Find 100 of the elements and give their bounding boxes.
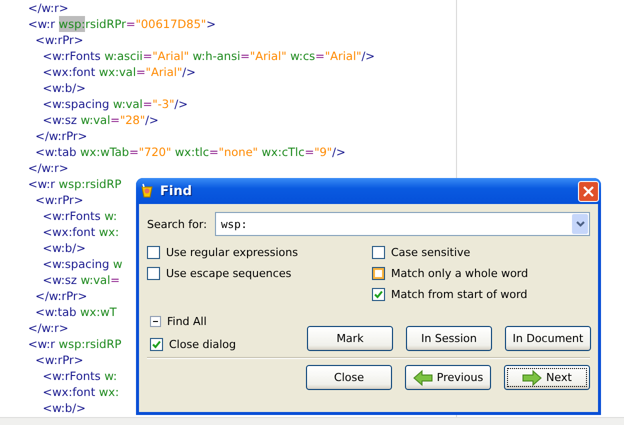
code-token: wx:tlc — [174, 144, 210, 160]
code-token: <w:r — [28, 16, 56, 32]
code-token: <w:rPr> — [34, 352, 84, 368]
code-token: w:val — [113, 96, 143, 112]
code-token: w:ascii — [104, 48, 143, 64]
code-token: = — [142, 48, 152, 64]
find-all-button[interactable]: In Session — [406, 326, 492, 351]
option-label: Use escape sequences — [166, 267, 292, 280]
right-arrow-icon — [522, 370, 542, 386]
code-token: </w:rPr> — [34, 288, 88, 304]
code-token: "9" — [314, 144, 332, 160]
code-token: /> — [145, 112, 159, 128]
dropdown-icon[interactable] — [572, 214, 588, 234]
code-token: <w:sz — [42, 112, 78, 128]
code-token: <w:b/> — [42, 80, 86, 96]
code-token: = — [136, 64, 146, 80]
code-token: = — [126, 16, 136, 32]
code-token: /> — [174, 96, 188, 112]
code-token: /> — [182, 64, 196, 80]
dialog-button[interactable]: Next — [504, 365, 590, 390]
code-token: = — [209, 144, 219, 160]
close-icon[interactable] — [578, 180, 599, 202]
code-token: "720" — [138, 144, 172, 160]
code-token: <wx:font — [42, 384, 96, 400]
code-token: </w:r> — [28, 0, 69, 16]
collapse-icon[interactable] — [150, 316, 161, 327]
code-token: <w:b/> — [42, 240, 86, 256]
search-field[interactable]: wsp: — [214, 212, 590, 236]
code-token: w:h-ansi — [192, 48, 240, 64]
code-token: <w:rFonts — [42, 368, 102, 384]
code-token: w:val — [80, 112, 110, 128]
option-label: Match only a whole word — [391, 267, 528, 280]
code-token: <w:rFonts — [42, 208, 102, 224]
option-label: Close dialog — [169, 338, 236, 351]
code-token: <w:spacing — [42, 96, 110, 112]
code-token: w — [113, 256, 122, 272]
code-token: = — [129, 144, 139, 160]
code-token: "28" — [120, 112, 146, 128]
checkbox[interactable] — [372, 246, 385, 259]
code-token: <w:r — [28, 176, 56, 192]
code-token: wsp:rsidRP — [58, 336, 122, 352]
code-token: w:val — [80, 272, 110, 288]
code-token: = — [110, 272, 120, 288]
option-label: Match from start of word — [391, 288, 528, 301]
checkbox[interactable] — [147, 267, 160, 280]
dialog-title: Find — [160, 184, 193, 198]
code-token: = — [304, 144, 314, 160]
checkbox[interactable] — [372, 267, 385, 280]
code-token: "Arial" — [250, 48, 288, 64]
code-token: <wx:font — [42, 224, 96, 240]
find-all-button[interactable]: Mark — [307, 326, 393, 351]
dialog-button[interactable]: Previous — [405, 365, 491, 390]
code-token: w:cs — [290, 48, 316, 64]
code-token: "00617D85" — [136, 16, 206, 32]
code-token: <w:tab — [34, 304, 78, 320]
code-token: "Arial" — [152, 48, 190, 64]
code-token: </w:rPr> — [34, 128, 88, 144]
code-token: <w:b/> — [42, 400, 86, 416]
code-token: /> — [332, 144, 346, 160]
code-token: <w:tab — [34, 144, 78, 160]
code-token: rsidRPr — [85, 16, 126, 32]
code-token: "Arial" — [324, 48, 362, 64]
code-token: <w:sz — [42, 272, 78, 288]
checkbox[interactable] — [150, 338, 163, 351]
code-token: = — [315, 48, 325, 64]
code-token: wx: — [98, 384, 119, 400]
code-token: = — [142, 96, 152, 112]
code-token: wx: — [98, 224, 119, 240]
dialog-button[interactable]: Close — [306, 365, 392, 390]
checkbox[interactable] — [147, 246, 160, 259]
code-token: <wx:font — [42, 64, 96, 80]
code-token: w: — [104, 368, 117, 384]
section-label: Find All — [167, 315, 207, 328]
cup-icon — [139, 183, 155, 199]
code-token: <w:r — [28, 336, 56, 352]
code-token: <w:rFonts — [42, 48, 102, 64]
code-token: = — [240, 48, 250, 64]
code-token: </w:r> — [28, 320, 69, 336]
code-token: = — [110, 112, 120, 128]
code-token: <w:rPr> — [34, 32, 84, 48]
checkbox[interactable] — [372, 288, 385, 301]
code-token: wx:wT — [80, 304, 117, 320]
code-token: wx:cTlc — [262, 144, 305, 160]
code-token: wx:wTab — [80, 144, 130, 160]
code-token: "-3" — [152, 96, 174, 112]
left-arrow-icon — [412, 370, 433, 386]
code-token: "Arial" — [146, 64, 182, 80]
option-label: Use regular expressions — [166, 246, 298, 259]
code-token: </w:r> — [28, 160, 69, 176]
code-token: <w:spacing — [42, 256, 110, 272]
code-token: wsp:rsidRP — [58, 176, 122, 192]
option-label: Case sensitive — [391, 246, 470, 259]
code-token: /> — [361, 48, 375, 64]
search-match: wsp: — [58, 16, 86, 32]
find-all-button[interactable]: In Document — [505, 326, 591, 351]
code-token: <w:rPr> — [34, 192, 84, 208]
code-token: wx:val — [98, 64, 136, 80]
code-token: > — [206, 16, 216, 32]
search-label: Search for: — [147, 218, 207, 230]
code-token: w: — [104, 208, 117, 224]
